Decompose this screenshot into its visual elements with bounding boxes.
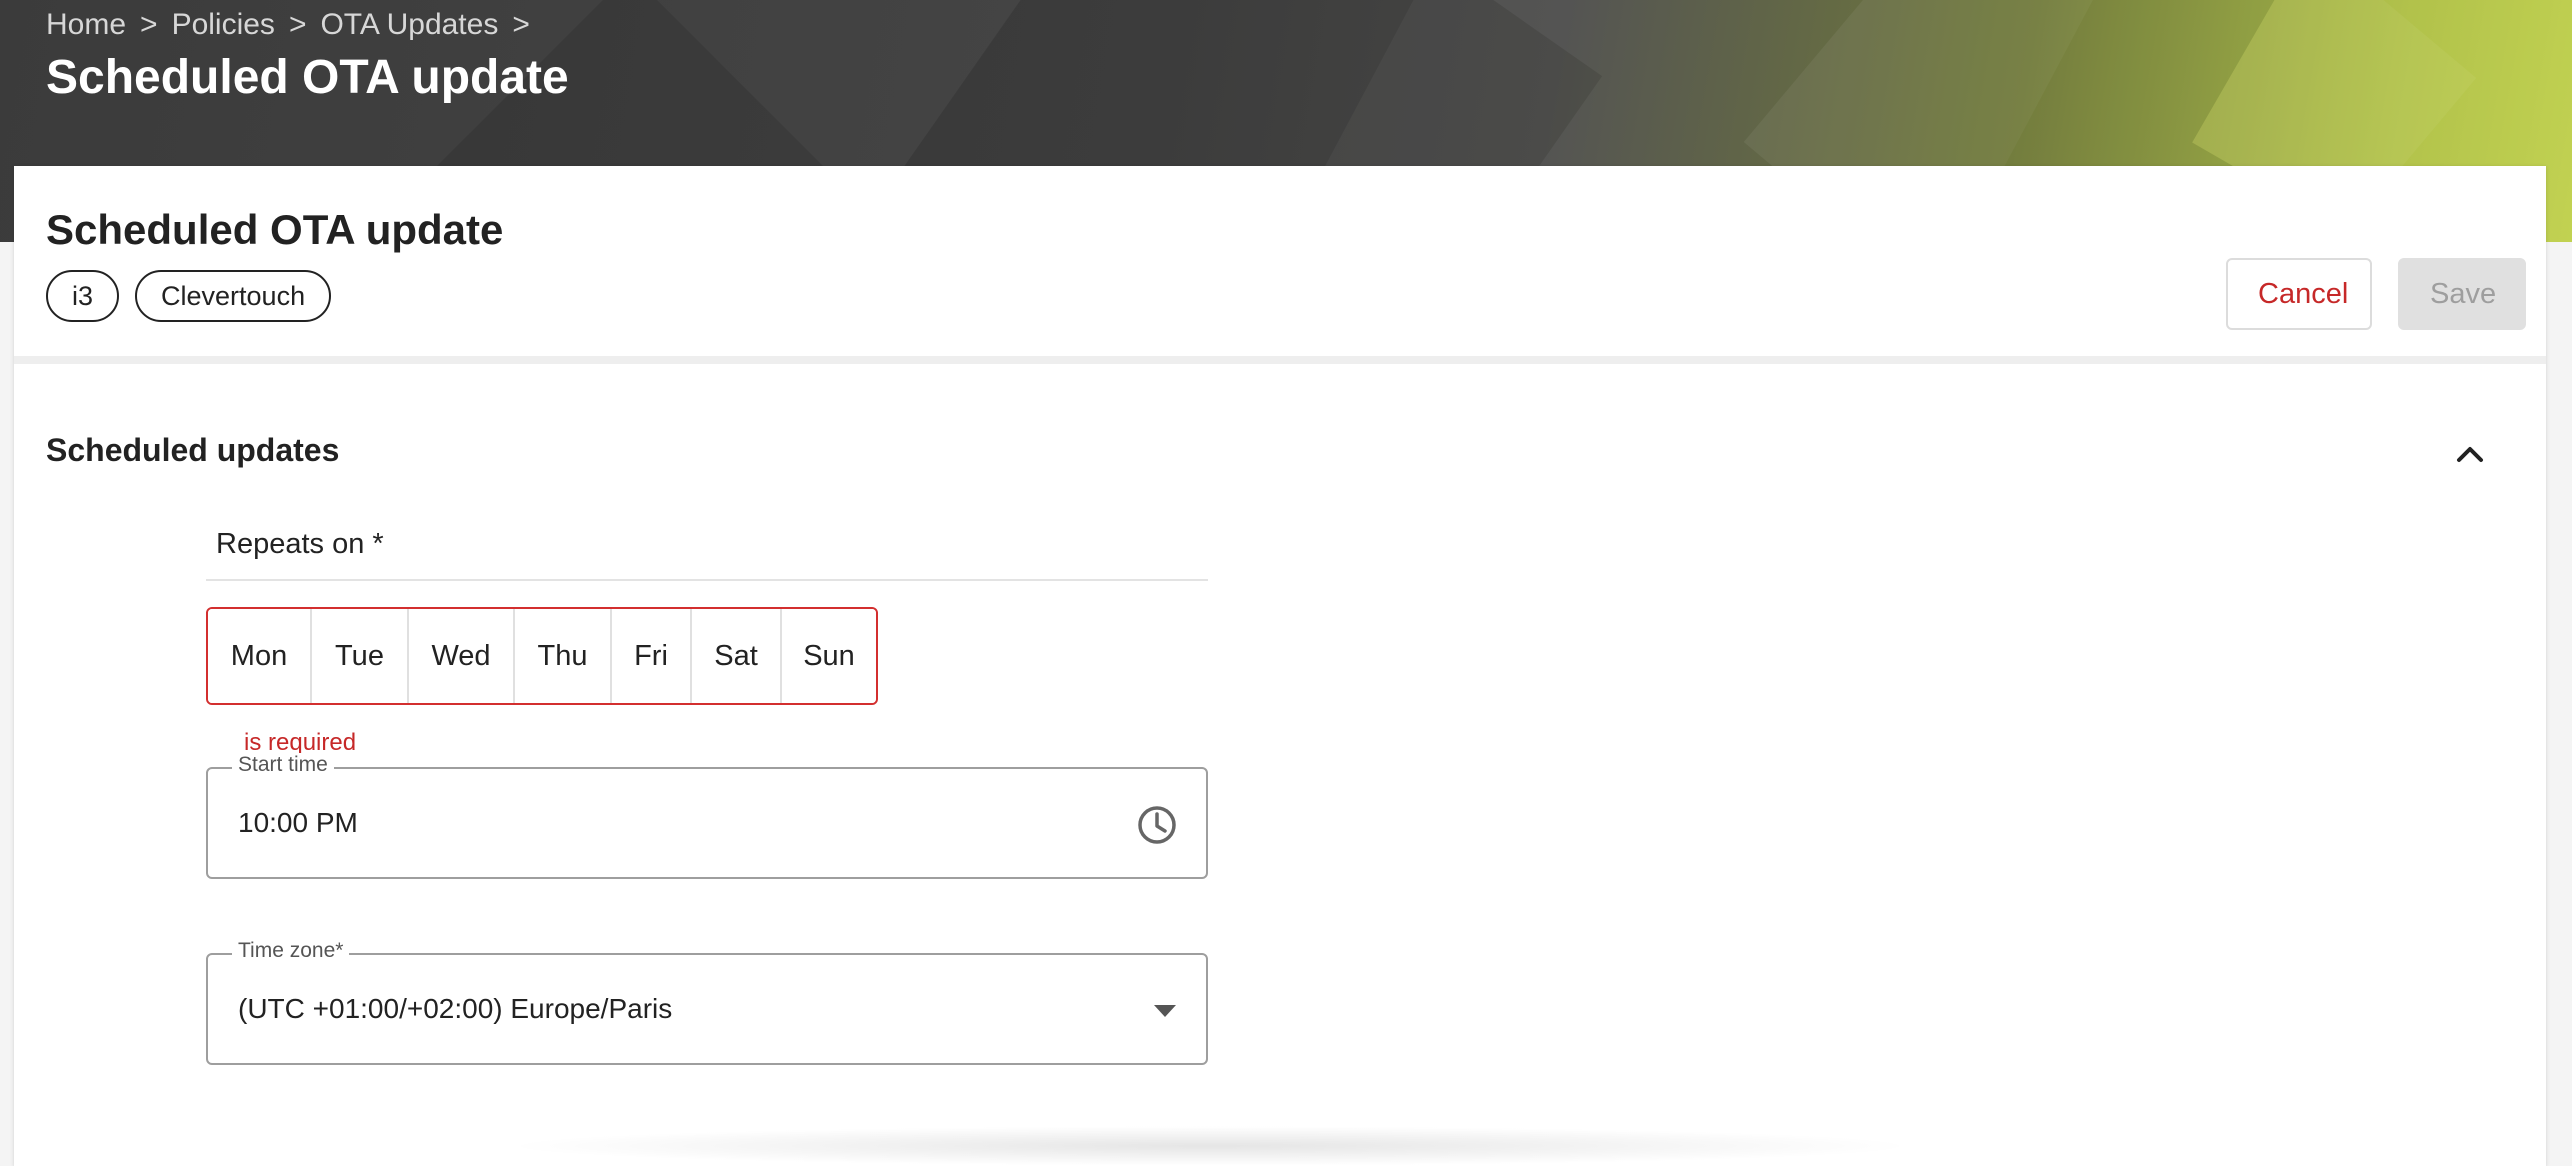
- chip-clevertouch: Clevertouch: [135, 270, 332, 322]
- card-title: Scheduled OTA update: [46, 206, 504, 253]
- breadcrumb-ota-updates[interactable]: OTA Updates: [320, 8, 498, 42]
- chip-i3: i3: [46, 270, 120, 322]
- chevron-up-icon: [2457, 447, 2483, 462]
- breadcrumb-separator: >: [512, 8, 530, 41]
- day-toggle-sun[interactable]: Sun: [782, 609, 876, 703]
- policy-card: Scheduled OTA update i3 Clevertouch Canc…: [14, 166, 2546, 1166]
- save-button[interactable]: Save: [2398, 258, 2526, 330]
- floating-panel-shadow: [500, 1126, 1920, 1166]
- card-header: Scheduled OTA update i3 Clevertouch Canc…: [14, 166, 2546, 364]
- schedule-form: Repeats on * Mon Tue Wed Thu Fri Sat Sun…: [206, 506, 1208, 1065]
- page-title: Scheduled OTA update: [46, 51, 569, 104]
- breadcrumb: Home > Policies > OTA Updates >: [46, 8, 530, 42]
- day-toggle-tue[interactable]: Tue: [312, 609, 409, 703]
- breadcrumb-home[interactable]: Home: [46, 8, 126, 42]
- start-time-label: Start time: [232, 753, 334, 777]
- day-toggle-wed[interactable]: Wed: [409, 609, 515, 703]
- time-zone-label: Time zone*: [232, 939, 350, 963]
- day-toggle-sat[interactable]: Sat: [692, 609, 782, 703]
- repeats-on-label: Repeats on *: [206, 506, 1208, 581]
- day-toggle-fri[interactable]: Fri: [612, 609, 692, 703]
- breadcrumb-separator: >: [140, 8, 158, 41]
- cancel-button[interactable]: Cancel: [2226, 258, 2372, 330]
- dropdown-arrow-icon[interactable]: [1154, 1005, 1176, 1017]
- clock-icon[interactable]: [1134, 802, 1180, 848]
- start-time-field[interactable]: Start time 10:00 PM: [206, 753, 1208, 879]
- start-time-value[interactable]: 10:00 PM: [238, 807, 358, 839]
- day-toggle-mon[interactable]: Mon: [208, 609, 312, 703]
- collapse-section-button[interactable]: [2448, 432, 2492, 476]
- header-actions: Cancel Save: [2226, 258, 2526, 330]
- tag-chips: i3 Clevertouch: [46, 270, 332, 322]
- section-title-scheduled-updates: Scheduled updates: [46, 432, 340, 468]
- repeats-error-message: is required: [244, 729, 357, 756]
- day-toggle-thu[interactable]: Thu: [515, 609, 612, 703]
- time-zone-select[interactable]: Time zone* (UTC +01:00/+02:00) Europe/Pa…: [206, 939, 1208, 1065]
- day-toggle-group: Mon Tue Wed Thu Fri Sat Sun: [206, 607, 878, 705]
- breadcrumb-policies[interactable]: Policies: [172, 8, 275, 42]
- time-zone-value[interactable]: (UTC +01:00/+02:00) Europe/Paris: [238, 993, 672, 1025]
- breadcrumb-separator: >: [288, 8, 307, 41]
